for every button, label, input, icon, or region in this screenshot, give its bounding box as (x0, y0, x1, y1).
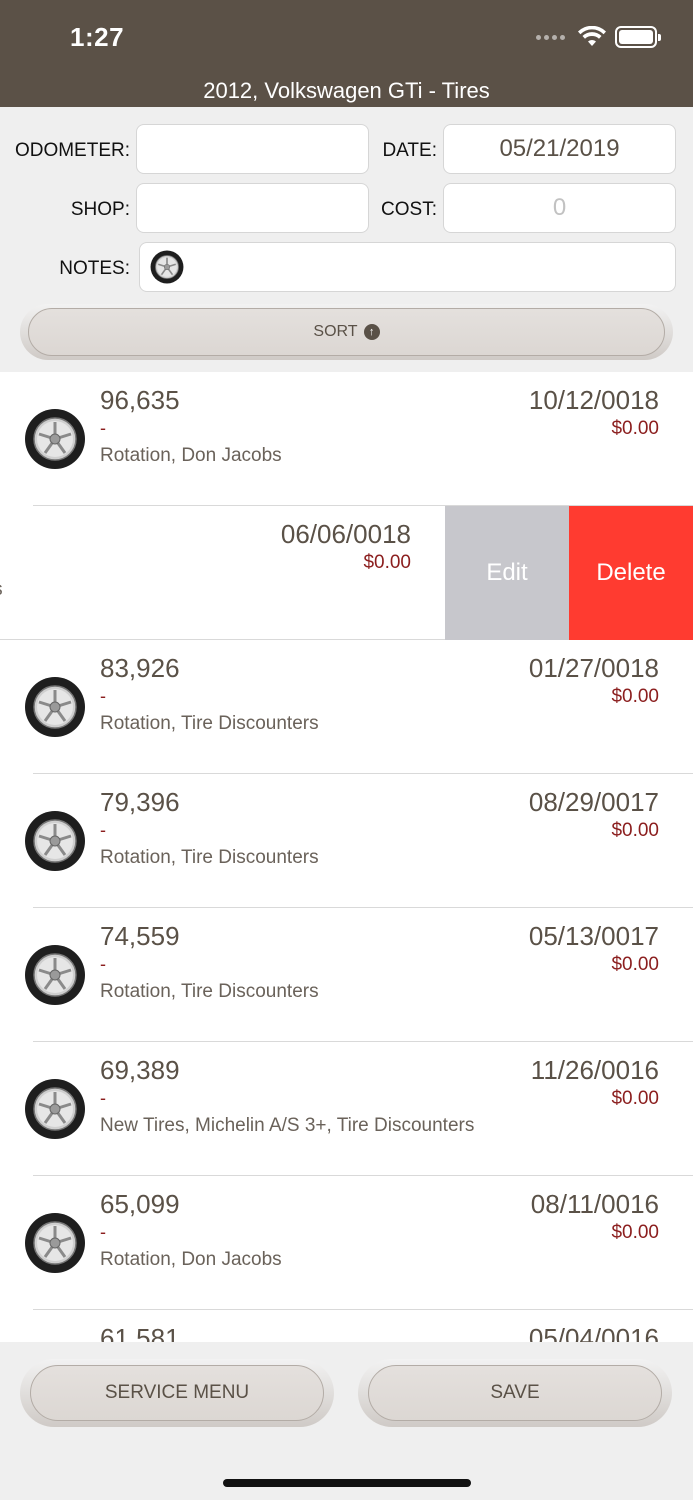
record-date: 01/27/0018 (528, 653, 659, 683)
arrow-up-circle-icon: ↑ (363, 324, 380, 340)
record-cost: $0.00 (611, 820, 659, 841)
record-description: Rotation, Don Jacobs (100, 1249, 282, 1270)
status-icons (536, 26, 661, 48)
record-dash: - (100, 686, 106, 706)
record-cost: $0.00 (363, 552, 411, 573)
record-dash: - (100, 418, 106, 438)
record-description: Rotation, Don Jacobs (100, 445, 282, 466)
record-dash: - (100, 820, 106, 840)
record-odometer: 96,635 (100, 385, 180, 415)
tire-icon (24, 810, 86, 872)
notes-label: NOTES: (59, 258, 130, 279)
record-cost: $0.00 (611, 1222, 659, 1243)
list-item[interactable]: 69,389 - New Tires, Michelin A/S 3+, Tir… (0, 1042, 693, 1176)
record-description: obs (0, 579, 3, 601)
record-date: 06/06/0018 (280, 519, 411, 549)
date-label: DATE: (382, 140, 437, 161)
edit-button[interactable]: Edit (445, 506, 569, 640)
shop-label: SHOP: (70, 199, 130, 220)
record-dash: - (100, 1088, 106, 1108)
tire-icon (150, 250, 184, 284)
save-frame: SAVE (358, 1359, 672, 1427)
service-record-list[interactable]: 96,635 - Rotation, Don Jacobs 10/12/0018… (0, 372, 693, 1342)
sort-button-frame: SORT ↑ (20, 304, 673, 360)
record-odometer: 74,559 (100, 921, 180, 951)
signal-icon (536, 34, 565, 40)
list-item[interactable]: 83,926 - Rotation, Tire Discounters 01/2… (0, 640, 693, 774)
home-indicator[interactable] (223, 1479, 471, 1487)
list-item[interactable]: 65,099 - Rotation, Don Jacobs 08/11/0016… (0, 1176, 693, 1310)
tire-icon (24, 1078, 86, 1140)
service-entry-form: ODOMETER: DATE: 05/21/2019 SHOP: COST: 0… (0, 107, 693, 372)
service-menu-frame: SERVICE MENU (20, 1359, 334, 1427)
notes-input[interactable] (139, 242, 676, 292)
bottom-toolbar: SERVICE MENU SAVE (0, 1342, 693, 1500)
record-odometer: 61,581 (100, 1323, 180, 1342)
delete-button[interactable]: Delete (569, 506, 693, 640)
record-cost: $0.00 (611, 954, 659, 975)
odometer-input[interactable] (136, 124, 369, 174)
swiped-row-content[interactable]: obs 06/06/0018 $0.00 (0, 506, 445, 640)
record-odometer: 69,389 (100, 1055, 180, 1085)
service-menu-button[interactable]: SERVICE MENU (30, 1365, 324, 1421)
page-title: 2012, Volkswagen GTi - Tires (203, 78, 490, 103)
cost-input[interactable]: 0 (443, 183, 676, 233)
record-description: Rotation, Tire Discounters (100, 713, 319, 734)
cost-label: COST: (381, 199, 437, 220)
record-cost: $0.00 (611, 1088, 659, 1109)
record-dash: - (100, 954, 106, 974)
date-input[interactable]: 05/21/2019 (443, 124, 676, 174)
save-button[interactable]: SAVE (368, 1365, 662, 1421)
tire-icon (24, 944, 86, 1006)
list-item-swiped[interactable]: obs 06/06/0018 $0.00 Edit Delete (0, 506, 693, 640)
app-header: 1:27 2012, Volkswagen GTi - Tires (0, 0, 693, 107)
wifi-icon (578, 26, 606, 46)
record-date: 10/12/0018 (528, 385, 659, 415)
record-odometer: 79,396 (100, 787, 180, 817)
record-cost: $0.00 (611, 418, 659, 439)
shop-input[interactable] (136, 183, 369, 233)
record-date: 05/04/0016 (528, 1323, 659, 1342)
record-date: 11/26/0016 (530, 1055, 659, 1085)
record-date: 08/11/0016 (530, 1189, 659, 1219)
list-item[interactable]: 61,581 05/04/0016 (0, 1310, 693, 1342)
record-description: New Tires, Michelin A/S 3+, Tire Discoun… (100, 1115, 475, 1136)
sort-label: SORT (313, 323, 358, 340)
battery-icon (615, 26, 661, 48)
record-description: Rotation, Tire Discounters (100, 847, 319, 868)
record-odometer: 83,926 (100, 653, 180, 683)
odometer-label: ODOMETER: (14, 140, 130, 161)
record-cost: $0.00 (611, 686, 659, 707)
record-odometer: 65,099 (100, 1189, 180, 1219)
record-date: 08/29/0017 (528, 787, 659, 817)
list-item[interactable]: 79,396 - Rotation, Tire Discounters 08/2… (0, 774, 693, 908)
tire-icon (24, 1212, 86, 1274)
sort-button[interactable]: SORT ↑ (28, 308, 665, 356)
tire-icon (24, 408, 86, 470)
status-time: 1:27 (70, 22, 125, 52)
list-item[interactable]: 74,559 - Rotation, Tire Discounters 05/1… (0, 908, 693, 1042)
record-description: Rotation, Tire Discounters (100, 981, 319, 1002)
list-item[interactable]: 96,635 - Rotation, Don Jacobs 10/12/0018… (0, 372, 693, 506)
record-date: 05/13/0017 (528, 921, 659, 951)
tire-icon (24, 676, 86, 738)
record-dash: - (100, 1222, 106, 1242)
